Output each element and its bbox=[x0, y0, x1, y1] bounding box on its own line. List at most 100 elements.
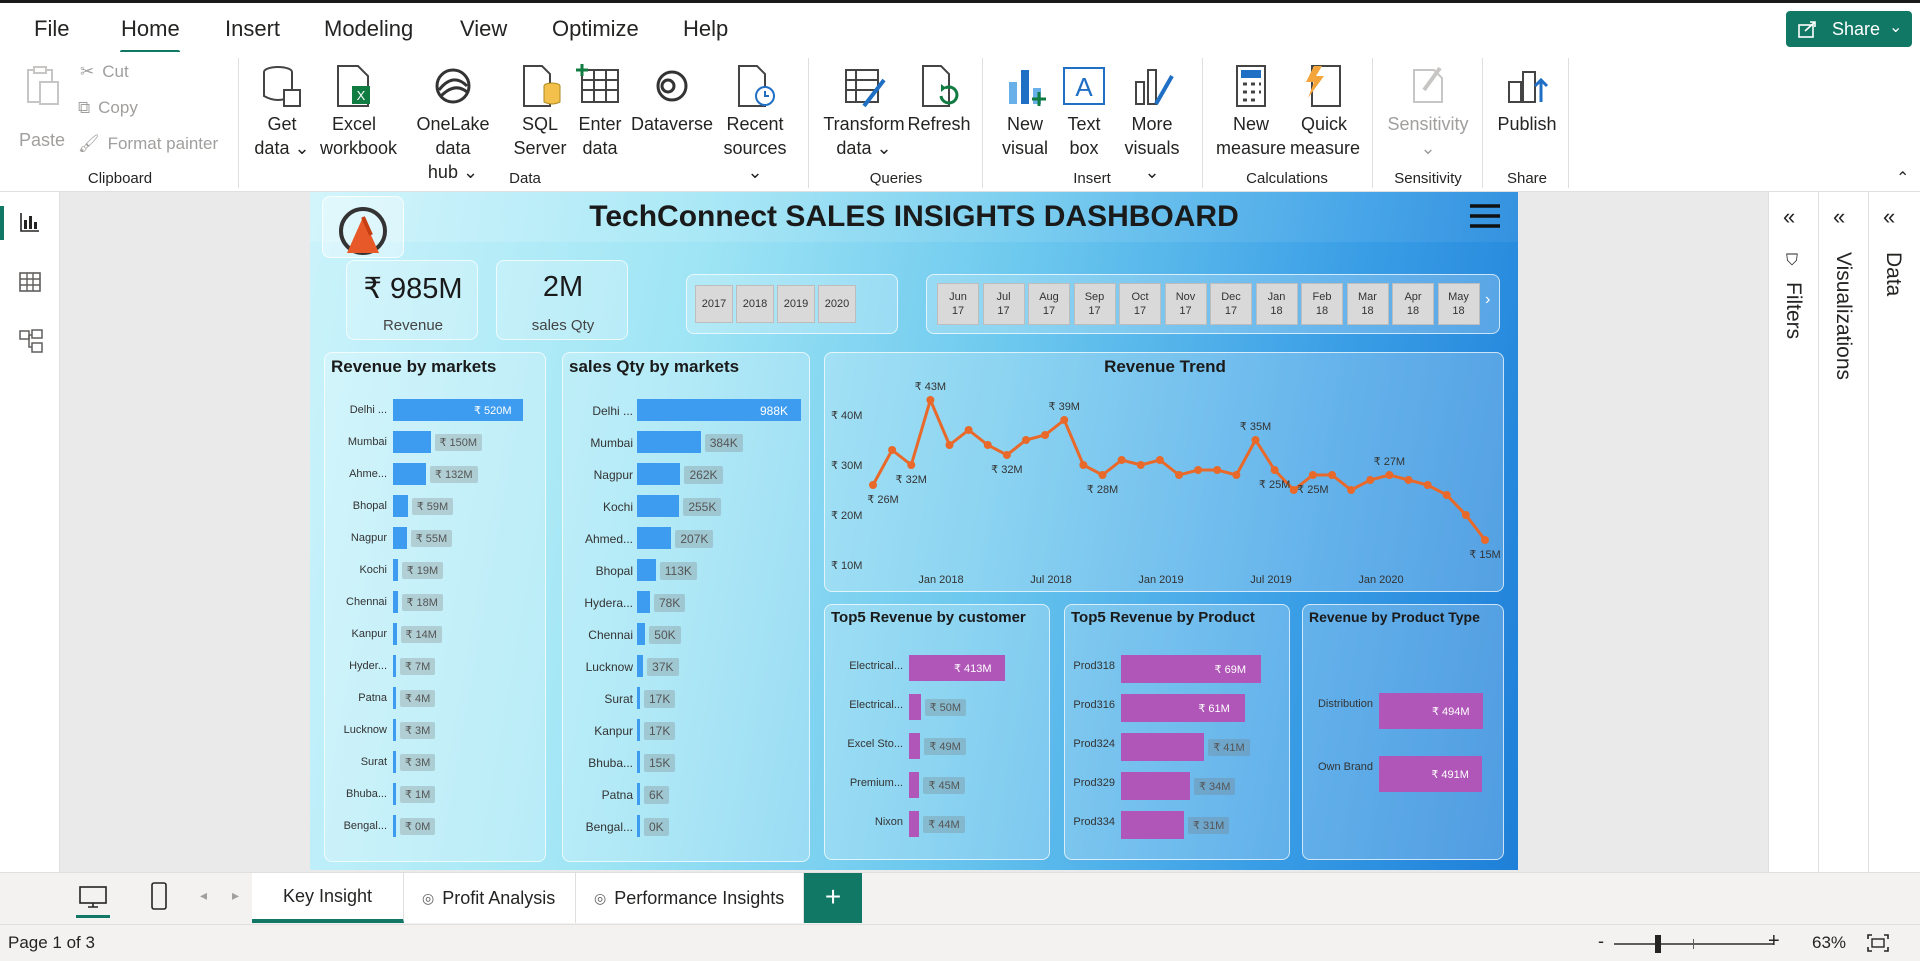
bar[interactable] bbox=[637, 431, 701, 453]
add-page-button[interactable]: + bbox=[804, 873, 862, 923]
trend-point[interactable] bbox=[1442, 491, 1451, 499]
month-slicer-button[interactable]: Oct 17 bbox=[1119, 283, 1161, 325]
trend-point[interactable] bbox=[1002, 451, 1011, 459]
trend-point[interactable] bbox=[907, 461, 916, 469]
refresh-button[interactable]: Refresh bbox=[906, 62, 972, 136]
copy-button[interactable]: ⧉ Copy bbox=[78, 98, 138, 118]
zoom-slider-thumb[interactable] bbox=[1655, 935, 1661, 953]
cut-button[interactable]: ✂ Cut bbox=[80, 62, 129, 82]
tab-key-insight[interactable]: Key Insight bbox=[252, 873, 404, 923]
month-slicer-button[interactable]: Jul 17 bbox=[982, 283, 1025, 325]
collapse-chevrons-icon[interactable]: « bbox=[1783, 204, 1795, 230]
month-slicer-button[interactable]: Apr 18 bbox=[1392, 283, 1434, 325]
month-slicer-button[interactable]: May 18 bbox=[1437, 283, 1480, 325]
visualizations-pane[interactable]: « Visualizations bbox=[1818, 192, 1868, 872]
bar[interactable] bbox=[637, 655, 644, 677]
bar[interactable] bbox=[637, 559, 656, 581]
trend-point[interactable] bbox=[1423, 481, 1432, 489]
bar[interactable] bbox=[393, 719, 396, 741]
trend-point[interactable] bbox=[1481, 536, 1489, 544]
bar[interactable] bbox=[909, 772, 920, 798]
revenue-trend-visual[interactable]: Revenue Trend ₹ 40M ₹ 30M ₹ 20M ₹ 10M Jan 20… bbox=[824, 352, 1504, 592]
trend-point[interactable] bbox=[888, 446, 897, 454]
top5-product-visual[interactable]: Top5 Revenue by Product Prod318 ₹ 69M Prod… bbox=[1064, 604, 1290, 860]
table-view-icon[interactable] bbox=[18, 270, 42, 294]
trend-point[interactable] bbox=[1404, 476, 1413, 484]
bar[interactable] bbox=[637, 623, 646, 645]
bar[interactable] bbox=[909, 733, 921, 759]
get-data-button[interactable]: Get data ⌄ bbox=[254, 62, 310, 160]
trend-point[interactable] bbox=[1232, 471, 1241, 479]
trend-point[interactable] bbox=[1175, 471, 1183, 479]
hamburger-menu-icon[interactable] bbox=[1468, 202, 1502, 230]
trend-point[interactable] bbox=[945, 441, 954, 449]
collapse-chevrons-icon[interactable]: « bbox=[1833, 204, 1845, 230]
trend-point[interactable] bbox=[1251, 436, 1260, 444]
menu-optimize[interactable]: Optimize bbox=[552, 16, 639, 42]
mobile-layout-icon[interactable] bbox=[150, 881, 168, 911]
model-view-icon[interactable] bbox=[18, 328, 44, 354]
trend-point[interactable] bbox=[1347, 486, 1356, 494]
desktop-layout-icon[interactable] bbox=[78, 885, 108, 909]
quick-measure-button[interactable]: Quick measure bbox=[1290, 62, 1360, 160]
month-slicer-button[interactable]: Feb 18 bbox=[1301, 283, 1343, 325]
trend-point[interactable] bbox=[1213, 466, 1222, 474]
menu-insert[interactable]: Insert bbox=[225, 16, 280, 42]
revenue-by-markets-visual[interactable]: Revenue by markets Delhi ... ₹ 520M Mumbai… bbox=[324, 352, 546, 862]
bar[interactable] bbox=[393, 431, 431, 453]
format-painter-button[interactable]: 🖌 Format painter bbox=[78, 134, 218, 154]
menu-help[interactable]: Help bbox=[683, 16, 728, 42]
bar[interactable] bbox=[393, 591, 398, 613]
bar[interactable] bbox=[637, 527, 672, 549]
transform-data-button[interactable]: Transform data ⌄ bbox=[818, 62, 910, 160]
scroll-left-icon[interactable]: ◂ bbox=[200, 887, 207, 904]
sensitivity-button[interactable]: Sensitivity ⌄ bbox=[1382, 62, 1474, 160]
year-slicer-button[interactable]: 2019 bbox=[777, 285, 815, 323]
text-box-button[interactable]: A Text box bbox=[1058, 62, 1110, 160]
bar[interactable] bbox=[393, 815, 396, 837]
qty-by-markets-visual[interactable]: sales Qty by markets Delhi ... 988K Mumbai… bbox=[562, 352, 810, 862]
more-visuals-button[interactable]: More visuals ⌄ bbox=[1116, 62, 1188, 184]
enter-data-button[interactable]: Enter data bbox=[572, 62, 628, 160]
bar[interactable] bbox=[393, 495, 408, 517]
new-visual-button[interactable]: New visual bbox=[996, 62, 1054, 160]
top5-customer-visual[interactable]: Top5 Revenue by customer Electrical... ₹ … bbox=[824, 604, 1050, 860]
new-measure-button[interactable]: New measure bbox=[1210, 62, 1292, 160]
trend-point[interactable] bbox=[1098, 471, 1107, 479]
bar[interactable] bbox=[637, 591, 650, 613]
month-slicer-button[interactable]: Sep 17 bbox=[1073, 283, 1116, 325]
trend-point[interactable] bbox=[1308, 471, 1317, 479]
collapse-ribbon-icon[interactable]: ⌃ bbox=[1896, 168, 1909, 188]
bar[interactable] bbox=[393, 687, 396, 709]
menu-view[interactable]: View bbox=[460, 16, 507, 42]
tab-performance-insights[interactable]: ◎ Performance Insights bbox=[576, 873, 804, 923]
product-type-visual[interactable]: Revenue by Product Type Distribution ₹ 49… bbox=[1302, 604, 1504, 860]
recent-sources-button[interactable]: Recent sources ⌄ bbox=[716, 62, 794, 184]
bar[interactable] bbox=[393, 463, 426, 485]
trend-point[interactable] bbox=[1136, 461, 1145, 469]
bar[interactable] bbox=[909, 811, 920, 837]
bar[interactable] bbox=[637, 463, 681, 485]
bar[interactable] bbox=[1121, 772, 1190, 800]
trend-point[interactable] bbox=[1022, 436, 1030, 444]
trend-point[interactable] bbox=[1117, 456, 1126, 464]
year-slicer-button[interactable]: 2017 bbox=[695, 285, 733, 323]
filters-pane[interactable]: « ⛉ Filters bbox=[1768, 192, 1818, 872]
data-pane[interactable]: « Data bbox=[1868, 192, 1920, 872]
bar[interactable] bbox=[393, 623, 397, 645]
chevron-right-icon[interactable]: › bbox=[1485, 291, 1490, 309]
paste-button[interactable]: Paste bbox=[14, 62, 70, 150]
tab-profit-analysis[interactable]: ◎ Profit Analysis bbox=[404, 873, 576, 923]
bar[interactable] bbox=[393, 527, 407, 549]
zoom-out-button[interactable]: - bbox=[1598, 931, 1604, 952]
bar[interactable] bbox=[393, 655, 396, 677]
trend-point[interactable] bbox=[869, 481, 877, 489]
bar[interactable] bbox=[909, 694, 921, 720]
bar[interactable] bbox=[393, 559, 398, 581]
month-slicer-button[interactable]: Mar 18 bbox=[1346, 283, 1389, 325]
bar[interactable] bbox=[393, 783, 396, 805]
report-view-icon[interactable] bbox=[18, 210, 42, 234]
trend-point[interactable] bbox=[964, 426, 973, 434]
dataverse-button[interactable]: Dataverse bbox=[630, 62, 714, 136]
bar[interactable] bbox=[637, 495, 680, 517]
